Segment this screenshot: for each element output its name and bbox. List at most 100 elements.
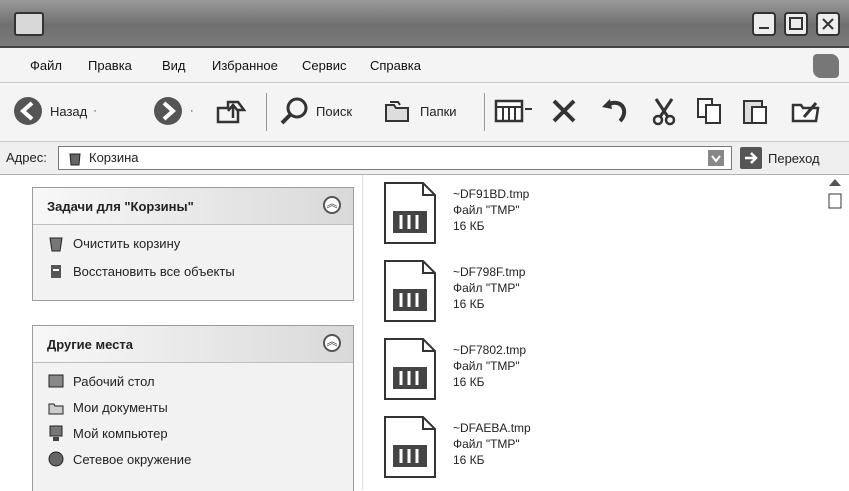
minimize-button[interactable] — [752, 12, 776, 36]
file-name: ~DF7802.tmp — [453, 343, 527, 357]
menu-tools[interactable]: Сервис — [302, 58, 347, 73]
file-type: Файл "TMP" — [453, 281, 520, 295]
search-icon — [280, 97, 308, 125]
menu-edit[interactable]: Правка — [88, 58, 132, 73]
empty-recycle-bin-label: Очистить корзину — [73, 235, 181, 251]
undo-icon — [602, 99, 627, 123]
windows-logo-icon — [813, 54, 839, 78]
place-computer-label: Мой компьютер — [73, 425, 168, 441]
menu-file[interactable]: Файл — [30, 58, 62, 73]
file-type: Файл "TMP" — [453, 437, 520, 451]
go-button[interactable]: Переход — [740, 146, 820, 170]
folder-options-button[interactable] — [790, 91, 824, 131]
up-folder-icon — [216, 100, 247, 124]
file-name: ~DF91BD.tmp — [453, 187, 530, 201]
tmp-file-icon — [384, 260, 436, 322]
tasks-panel-title: Задачи для "Корзины" — [47, 199, 194, 214]
views-button[interactable] — [494, 91, 534, 131]
empty-recycle-icon — [49, 237, 63, 252]
other-places-header[interactable]: Другие места ︽ — [33, 326, 353, 363]
file-list: ~DF91BD.tmp Файл "TMP" 16 КБ ~DF798F.tmp… — [362, 175, 849, 490]
menu-view[interactable]: Вид — [162, 58, 186, 73]
toolbar-separator — [484, 93, 485, 131]
paste-icon — [743, 100, 767, 124]
file-type: Файл "TMP" — [453, 203, 520, 217]
file-item[interactable]: ~DF798F.tmp Файл "TMP" 16 КБ — [383, 259, 683, 331]
forward-arrow-icon — [154, 97, 182, 125]
back-arrow-icon — [14, 97, 42, 125]
file-item[interactable]: ~DF7802.tmp Файл "TMP" 16 КБ — [383, 337, 683, 409]
place-documents-link[interactable]: Мои документы — [47, 398, 168, 416]
menu-help[interactable]: Справка — [370, 58, 421, 73]
place-documents-label: Мои документы — [73, 399, 168, 415]
place-network-label: Сетевое окружение — [73, 451, 192, 467]
menu-bar: Файл Правка Вид Избранное Сервис Справка — [0, 48, 849, 83]
file-size: 16 КБ — [453, 297, 485, 311]
address-value: Корзина — [89, 150, 139, 165]
toolbar-separator — [266, 93, 267, 131]
forward-dropdown-icon[interactable]: · — [190, 105, 194, 117]
place-desktop-label: Рабочий стол — [73, 373, 155, 389]
paste-button[interactable] — [740, 91, 772, 131]
maximize-button[interactable] — [784, 12, 808, 36]
search-button[interactable]: Поиск — [278, 91, 352, 131]
documents-icon — [48, 403, 64, 415]
place-computer-link[interactable]: Мой компьютер — [47, 424, 168, 442]
recycle-bin-icon — [69, 153, 81, 166]
restore-all-label: Восстановить все объекты — [73, 263, 235, 279]
file-item[interactable]: ~DF91BD.tmp Файл "TMP" 16 КБ — [383, 181, 683, 253]
undo-button[interactable] — [598, 91, 630, 131]
minimize-icon — [759, 27, 769, 29]
desktop-icon — [48, 374, 64, 388]
scroll-arrow-icon — [828, 179, 842, 209]
folders-label: Папки — [420, 103, 457, 119]
file-type: Файл "TMP" — [453, 359, 520, 373]
window-app-icon — [14, 12, 44, 36]
file-item[interactable]: ~DFAEBA.tmp Файл "TMP" 16 КБ — [383, 415, 683, 487]
address-dropdown-icon[interactable] — [708, 150, 724, 166]
cut-button[interactable] — [648, 91, 680, 131]
copy-button[interactable] — [694, 91, 726, 131]
menu-favorites[interactable]: Избранное — [212, 58, 278, 73]
views-icon — [494, 99, 532, 123]
tmp-file-icon — [384, 416, 436, 478]
forward-button[interactable]: · — [152, 91, 194, 131]
tmp-file-icon — [384, 182, 436, 244]
back-button[interactable]: Назад · — [12, 91, 97, 131]
close-button[interactable] — [816, 12, 840, 36]
address-bar: Адрес: Корзина Переход — [0, 142, 849, 175]
tasks-panel: Задачи для "Корзины" ︽ Очистить корзину … — [32, 187, 354, 301]
file-size: 16 КБ — [453, 375, 485, 389]
address-label: Адрес: — [6, 150, 47, 165]
go-arrow-icon — [740, 147, 762, 169]
toolbar: Назад · · Поиск Папки — [0, 83, 849, 142]
file-name: ~DF798F.tmp — [453, 265, 526, 279]
search-label: Поиск — [316, 103, 353, 119]
file-size: 16 КБ — [453, 453, 485, 467]
folders-button[interactable]: Папки — [382, 91, 457, 131]
empty-recycle-bin-link[interactable]: Очистить корзину — [47, 234, 180, 252]
back-dropdown-icon[interactable]: · — [93, 105, 97, 117]
restore-all-link[interactable]: Восстановить все объекты — [47, 262, 235, 280]
folders-icon — [385, 101, 409, 122]
collapse-chevron-icon[interactable]: ︽ — [323, 334, 341, 352]
back-label: Назад — [50, 103, 88, 119]
file-size: 16 КБ — [453, 219, 485, 233]
title-bar — [0, 0, 849, 48]
other-places-title: Другие места — [47, 337, 134, 352]
restore-icon — [51, 265, 61, 278]
copy-icon — [697, 98, 721, 124]
delete-x-icon — [552, 99, 576, 123]
up-folder-button[interactable] — [214, 91, 248, 131]
go-label: Переход — [768, 150, 820, 166]
place-network-link[interactable]: Сетевое окружение — [47, 450, 191, 468]
place-desktop-link[interactable]: Рабочий стол — [47, 372, 155, 390]
file-name: ~DFAEBA.tmp — [453, 421, 531, 435]
tmp-file-icon — [384, 338, 436, 400]
scroll-indicator[interactable] — [827, 176, 845, 215]
close-icon — [822, 18, 834, 30]
delete-button[interactable] — [548, 91, 580, 131]
address-input[interactable]: Корзина — [58, 146, 732, 170]
collapse-chevron-icon[interactable]: ︽ — [323, 196, 341, 214]
tasks-panel-header[interactable]: Задачи для "Корзины" ︽ — [33, 188, 353, 225]
